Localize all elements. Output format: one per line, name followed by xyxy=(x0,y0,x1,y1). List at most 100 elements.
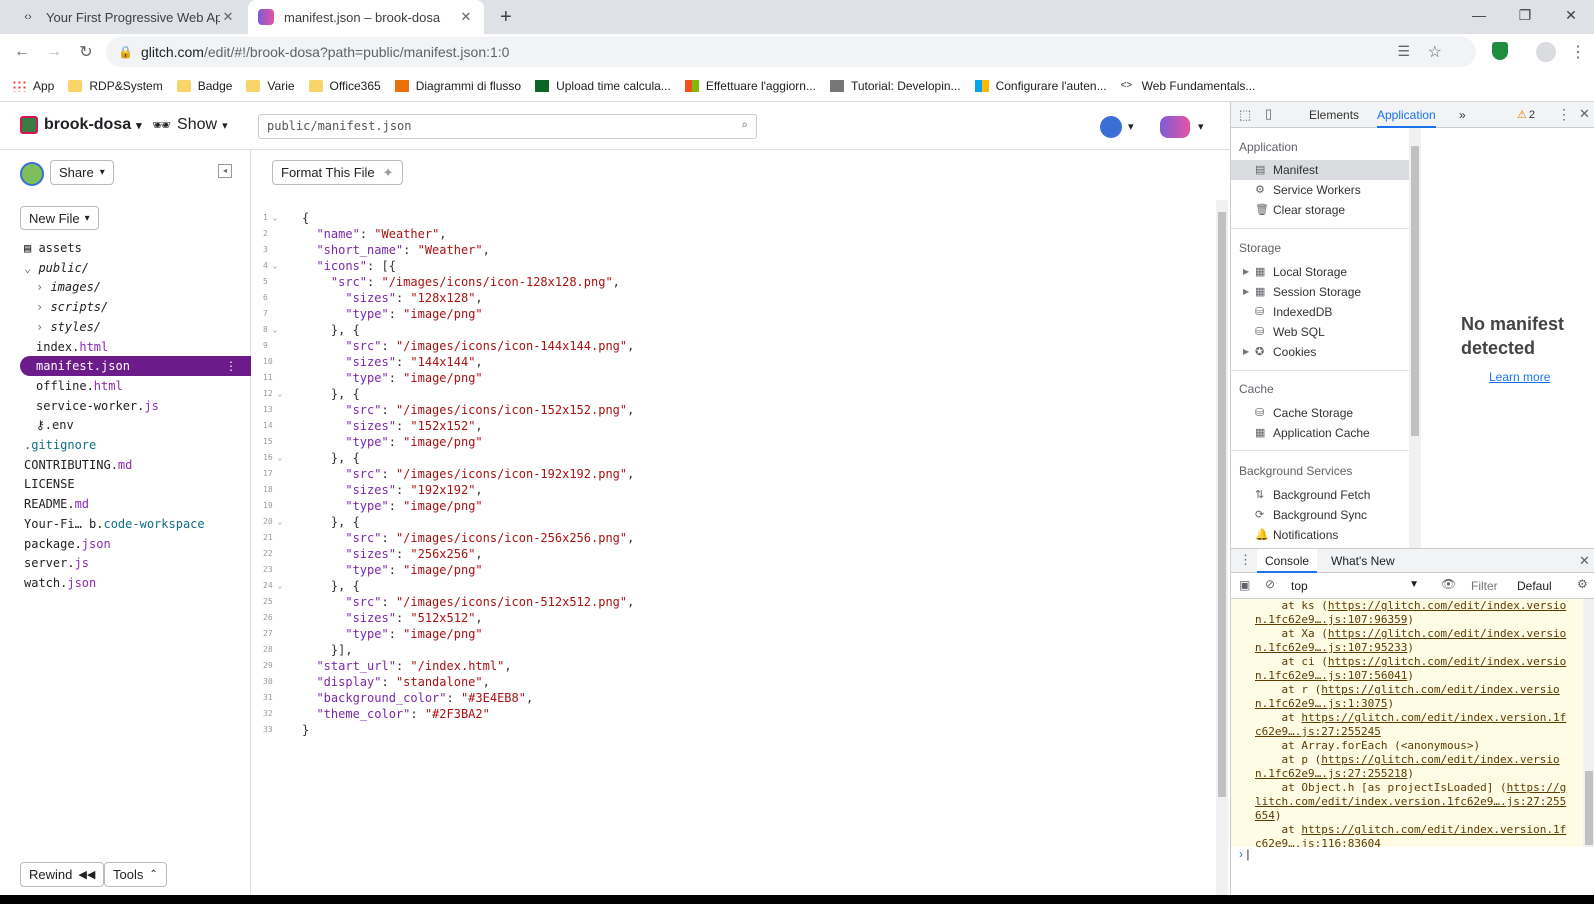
rewind-button[interactable]: Rewind ◀◀ xyxy=(20,862,105,887)
device-toggle-icon[interactable]: ▯ xyxy=(1265,106,1272,122)
nav-web-sql[interactable]: ⛁ Web SQL xyxy=(1231,322,1409,342)
address-bar[interactable]: 🔒 glitch.com/edit/#!/brook-dosa?path=pub… xyxy=(106,37,1476,67)
bookmark-star-icon[interactable]: ☆ xyxy=(1428,42,1442,62)
browser-tab-manifest[interactable]: manifest.json – brook-dosa ✕ xyxy=(248,0,484,34)
stack-trace-link[interactable]: https://glitch.com/edit/index.versio xyxy=(1328,655,1566,668)
learn-more-link[interactable]: Learn more xyxy=(1489,370,1550,384)
stack-trace-link[interactable]: https://glitch.com/edit/index.versio xyxy=(1321,753,1559,766)
new-file-button[interactable]: New File ▾ xyxy=(20,206,99,230)
tab-whats-new[interactable]: What's New xyxy=(1331,549,1395,573)
file-tree-item[interactable]: manifest.json ⋮ xyxy=(20,356,251,377)
format-file-button[interactable]: Format This File ✦ xyxy=(272,160,403,185)
stack-trace-link[interactable]: n.1fc62e9….js:107:95233 xyxy=(1255,641,1407,654)
stack-trace-link[interactable]: https://glitch.com/edit/index.version.1f xyxy=(1301,823,1566,836)
code-area[interactable]: 1 ⌄{2 "name": "Weather", 3 "short_name": … xyxy=(251,210,1211,738)
console-prompt[interactable]: › | xyxy=(1231,847,1594,867)
more-tabs-icon[interactable]: » xyxy=(1459,102,1466,128)
user-avatar[interactable] xyxy=(1100,116,1122,138)
nav-session-storage[interactable]: ▶ ▦ Session Storage xyxy=(1231,282,1409,302)
show-button[interactable]: 🕶 Show ▾ xyxy=(152,116,228,134)
inspect-icon[interactable]: ⬚ xyxy=(1239,107,1251,123)
stack-trace-link[interactable]: https://g xyxy=(1507,781,1567,794)
bookmark-upload[interactable]: Upload time calcula... xyxy=(535,79,671,93)
file-path-search[interactable]: public/manifest.json ⌕ xyxy=(258,114,757,139)
nav-background-fetch[interactable]: ⇅ Background Fetch xyxy=(1231,485,1409,505)
stack-trace-link[interactable]: c62e9….js:116:83604 xyxy=(1255,837,1381,847)
console-scrollbar[interactable] xyxy=(1583,599,1594,847)
stack-trace-link[interactable]: n.1fc62e9….js:107:96359 xyxy=(1255,613,1407,626)
back-icon[interactable]: ← xyxy=(10,40,34,64)
bookmark-rdp[interactable]: RDP&System xyxy=(68,79,163,93)
close-devtools-icon[interactable]: ✕ xyxy=(1579,106,1590,122)
nav-manifest[interactable]: ▤ Manifest xyxy=(1231,160,1409,180)
menu-dots-icon[interactable]: ⋮ xyxy=(1557,106,1571,123)
tab-console[interactable]: Console xyxy=(1257,549,1318,573)
file-tree-item[interactable]: offline.html xyxy=(0,376,251,396)
stack-trace-link[interactable]: https://glitch.com/edit/index.versio xyxy=(1328,627,1566,640)
bookmark-apps[interactable]: App xyxy=(12,79,54,93)
expand-arrow-icon[interactable]: ▶ xyxy=(1243,282,1249,302)
bookmark-effettuare[interactable]: Effettuare l'aggiorn... xyxy=(684,79,816,93)
file-tree-item[interactable]: watch.json xyxy=(0,573,251,593)
profile-avatar[interactable] xyxy=(1536,42,1556,62)
warning-icon[interactable]: ⚠ 2 xyxy=(1517,108,1535,121)
file-tree-item[interactable]: ⚷.env xyxy=(0,415,251,435)
expand-arrow-icon[interactable]: ▶ xyxy=(1243,342,1249,362)
file-tree-item[interactable]: LICENSE xyxy=(0,474,251,494)
restore-icon[interactable]: ❐ xyxy=(1502,0,1548,30)
file-tree-item[interactable]: ▤ assets xyxy=(0,238,251,258)
nav-background-sync[interactable]: ⟳ Background Sync xyxy=(1231,505,1409,525)
clear-console-icon[interactable]: ⊘ xyxy=(1265,577,1275,591)
file-tree-item[interactable]: server.js xyxy=(0,553,251,573)
tab-elements[interactable]: Elements xyxy=(1309,102,1359,128)
stack-trace-link[interactable]: https://glitch.com/edit/index.version.1f xyxy=(1301,711,1566,724)
new-tab-button[interactable]: + xyxy=(500,6,512,29)
reader-icon[interactable]: ☰ xyxy=(1397,43,1410,60)
minimize-icon[interactable]: — xyxy=(1456,0,1502,30)
nav-local-storage[interactable]: ▶ ▦ Local Storage xyxy=(1231,262,1409,282)
stack-trace-link[interactable]: litch.com/edit/index.version.1fc62e9….js… xyxy=(1255,795,1566,808)
bookmark-varie[interactable]: Varie xyxy=(246,79,295,93)
file-tree-item[interactable]: › images/ xyxy=(0,277,251,297)
menu-dots-icon[interactable]: ⋮ xyxy=(1570,42,1586,62)
file-tree-item[interactable]: README.md xyxy=(0,494,251,514)
chevron-down-icon[interactable]: ▾ xyxy=(1128,120,1134,133)
bookmark-tutorial[interactable]: Tutorial: Developin... xyxy=(829,79,961,93)
project-menu[interactable]: brook-dosa ▾ xyxy=(20,116,142,134)
eye-icon[interactable]: 👁 xyxy=(1441,577,1456,591)
close-drawer-icon[interactable]: ✕ xyxy=(1579,553,1590,569)
file-tree-item[interactable]: Your-Fi… b.code-workspace xyxy=(0,514,251,534)
filter-input[interactable]: Filter xyxy=(1471,579,1498,593)
expand-arrow-icon[interactable]: ▶ xyxy=(1243,262,1249,282)
nav-cache-storage[interactable]: ⛁ Cache Storage xyxy=(1231,403,1409,423)
close-icon[interactable]: ✕ xyxy=(220,9,236,25)
forward-icon[interactable]: → xyxy=(42,40,66,64)
chevron-down-icon[interactable]: ▾ xyxy=(1198,120,1204,133)
reload-icon[interactable]: ↻ xyxy=(74,40,98,64)
browser-tab-pwa[interactable]: ‹› Your First Progressive Web App ✕ xyxy=(10,0,246,34)
sidebar-toggle-icon[interactable]: ▣ xyxy=(1239,578,1250,592)
file-tree-item[interactable]: package.json xyxy=(0,534,251,554)
file-tree-item[interactable]: CONTRIBUTING.md xyxy=(0,455,251,475)
file-tree-item[interactable]: service-worker.js xyxy=(0,396,251,416)
bookmark-configurare[interactable]: Configurare l'auten... xyxy=(974,79,1107,93)
stack-trace-link[interactable]: https://glitch.com/edit/index.versio xyxy=(1328,599,1566,612)
stack-trace-link[interactable]: https://glitch.com/edit/index.versio xyxy=(1321,683,1559,696)
gear-icon[interactable]: ⚙ xyxy=(1577,577,1588,591)
stack-trace-link[interactable]: 654 xyxy=(1255,809,1275,822)
shield-extension-icon[interactable] xyxy=(1492,42,1508,60)
levels-dropdown[interactable]: Defaul xyxy=(1517,579,1552,593)
bookmark-badge[interactable]: Badge xyxy=(176,79,232,93)
bookmark-office365[interactable]: Office365 xyxy=(308,79,381,93)
stack-trace-link[interactable]: n.1fc62e9….js:1:3075 xyxy=(1255,697,1387,710)
file-tree-item[interactable]: ⌄ public/ xyxy=(0,258,251,278)
file-tree-item[interactable]: › scripts/ xyxy=(0,297,251,317)
collapse-sidebar-icon[interactable]: ◂ xyxy=(218,164,232,178)
nav-service-workers[interactable]: ⚙ Service Workers xyxy=(1231,180,1409,200)
context-selector[interactable]: top ▼ xyxy=(1291,579,1419,593)
glitch-logo-menu[interactable] xyxy=(1160,116,1190,138)
file-tree-item[interactable]: › styles/ xyxy=(0,317,251,337)
stack-trace-link[interactable]: n.1fc62e9….js:27:255218 xyxy=(1255,767,1407,780)
bookmark-web-fundamentals[interactable]: <> Web Fundamentals... xyxy=(1121,79,1256,93)
share-button[interactable]: Share ▾ xyxy=(50,160,114,185)
